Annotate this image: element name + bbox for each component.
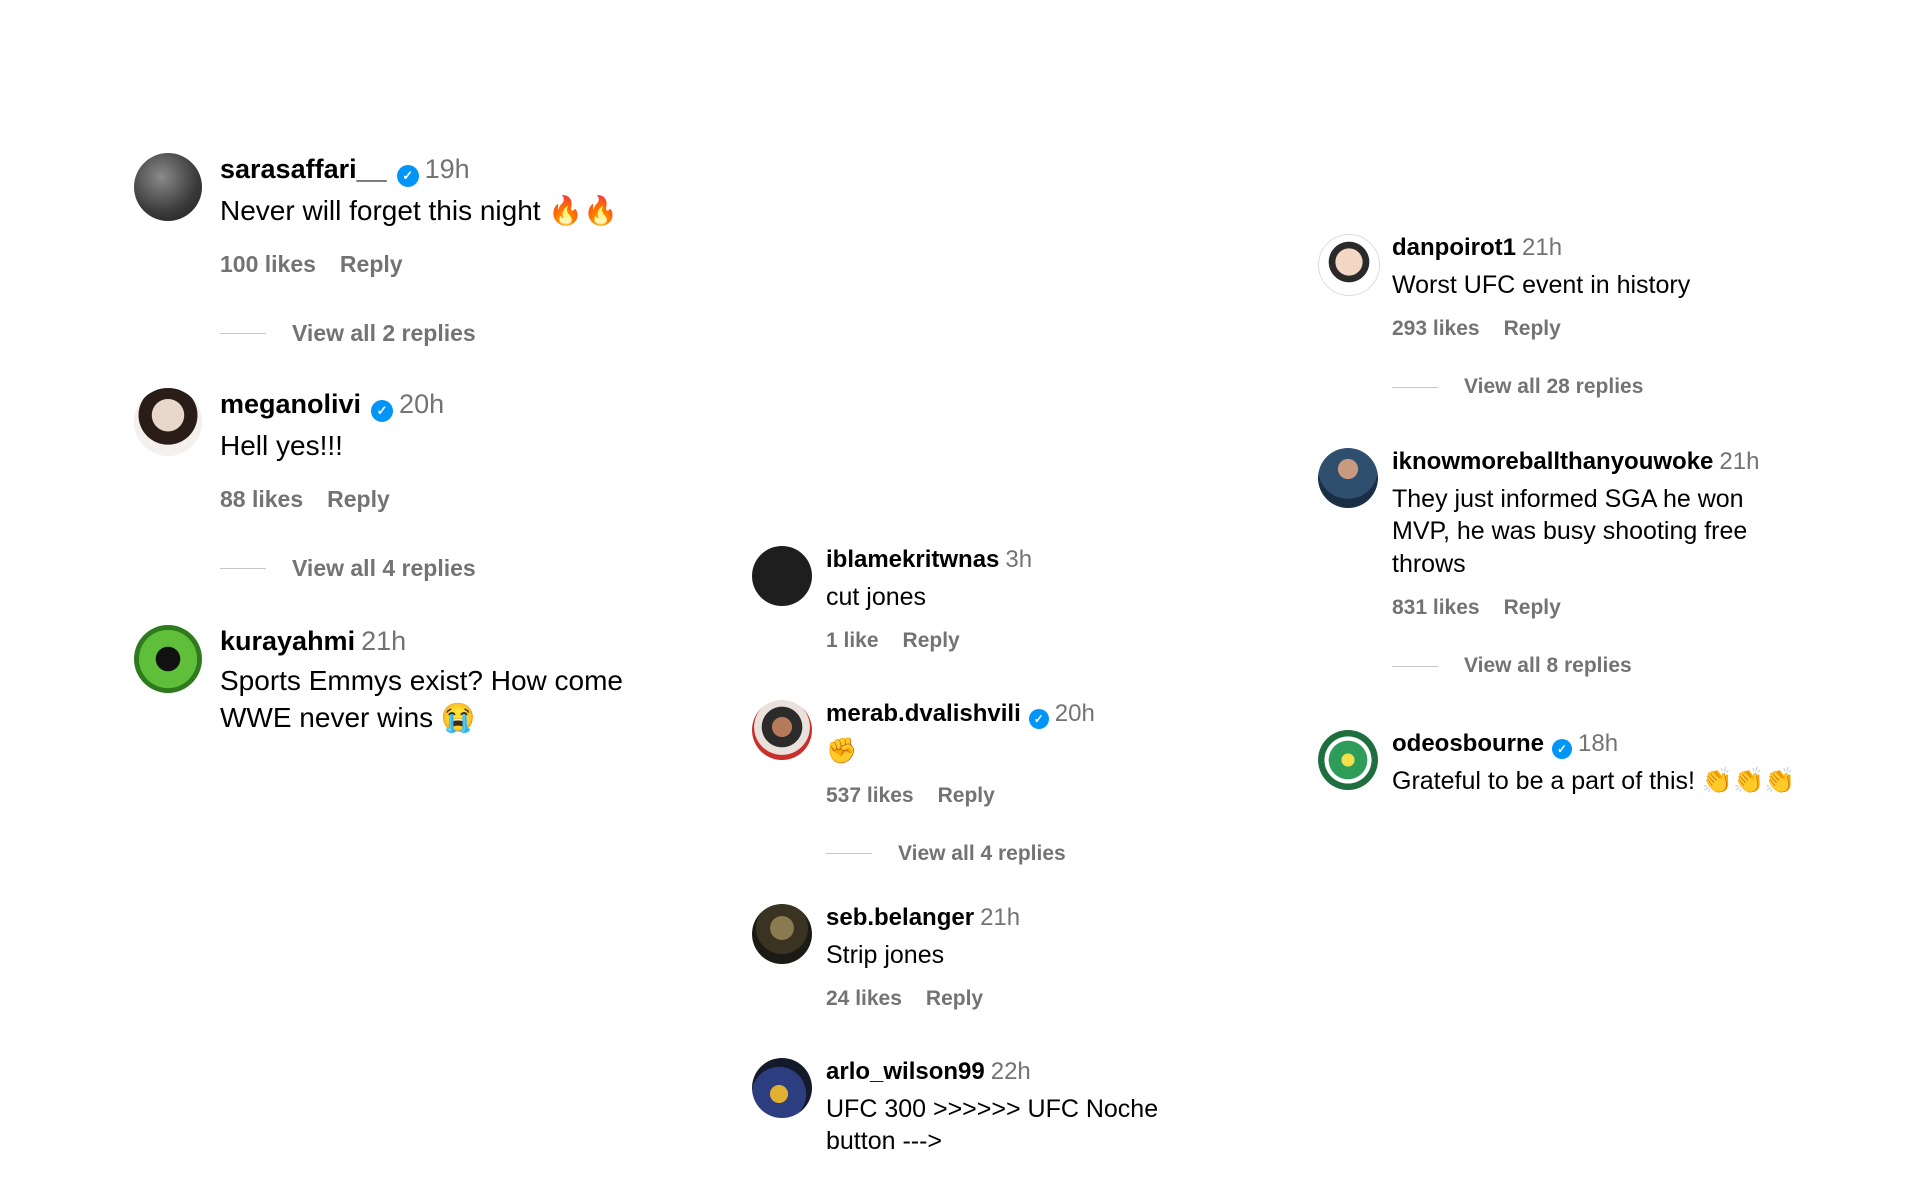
username[interactable]: sarasaffari__ [220,154,387,184]
verified-badge-icon: ✓ [371,400,394,422]
view-replies-button[interactable]: View all 8 replies [1392,654,1792,678]
reply-button[interactable]: Reply [1504,317,1561,340]
view-replies-label: View all 8 replies [1464,654,1632,678]
comment-text: ✊ [826,737,858,765]
timestamp: 21h [1522,234,1563,261]
view-replies-label: View all 4 replies [292,555,476,582]
view-replies-label: View all 4 replies [898,841,1066,865]
verified-badge-icon: ✓ [1552,739,1573,759]
avatar[interactable] [1318,448,1378,508]
comment-text: Hell yes!!! [220,430,343,461]
view-replies-button[interactable]: View all 4 replies [220,555,476,582]
comment-text: Strip jones [826,940,945,969]
comment-text: Grateful to be a part of this! 👏👏👏 [1392,767,1796,795]
username[interactable]: danpoirot1 [1392,234,1516,261]
likes-count[interactable]: 293 likes [1392,317,1480,340]
timestamp: 19h [424,154,470,184]
likes-count[interactable]: 1 like [826,629,879,652]
avatar[interactable] [752,1058,812,1118]
username[interactable]: arlo_wilson99 [826,1058,985,1085]
reply-button[interactable]: Reply [903,629,960,652]
timestamp: 20h [399,389,445,419]
reply-button[interactable]: Reply [938,784,995,807]
replies-divider [826,853,872,854]
view-replies-label: View all 28 replies [1464,375,1644,399]
likes-count[interactable]: 24 likes [826,987,902,1010]
reply-button[interactable]: Reply [926,987,983,1010]
username[interactable]: kurayahmi [220,626,355,656]
comment-text: They just informed SGA he won MVP, he wa… [1392,484,1748,578]
replies-divider [1392,386,1438,388]
timestamp: 21h [361,626,407,656]
view-replies-button[interactable]: View all 2 replies [220,320,618,347]
username[interactable]: merab.dvalishvili [826,700,1021,727]
timestamp: 18h [1578,730,1619,757]
replies-divider [220,568,266,570]
verified-badge-icon: ✓ [396,165,419,187]
replies-divider [1392,665,1438,667]
comment-text: cut jones [826,582,927,611]
comment-text: Sports Emmys exist? How come WWE never w… [220,665,623,733]
likes-count[interactable]: 831 likes [1392,596,1480,619]
username[interactable]: meganolivi [220,389,361,419]
likes-count[interactable]: 100 likes [220,251,316,277]
avatar[interactable] [752,546,812,606]
timestamp: 21h [1719,448,1760,475]
reply-button[interactable]: Reply [327,486,390,512]
avatar[interactable] [752,700,812,760]
avatar[interactable] [1318,234,1380,296]
replies-divider [220,333,266,335]
avatar[interactable] [752,904,812,964]
username[interactable]: odeosbourne [1392,730,1544,757]
timestamp: 22h [990,1058,1031,1085]
avatar[interactable] [134,625,202,693]
timestamp: 3h [1005,546,1033,573]
timestamp: 20h [1054,700,1095,727]
reply-button[interactable]: Reply [340,251,403,277]
avatar[interactable] [1318,730,1378,790]
view-replies-button[interactable]: View all 28 replies [1392,375,1690,399]
view-replies-label: View all 2 replies [292,320,476,347]
verified-badge-icon: ✓ [1028,709,1049,729]
avatar[interactable] [134,388,202,456]
comment-text: Worst UFC event in history [1392,270,1691,299]
comment-text: Never will forget this night 🔥🔥 [220,195,619,226]
likes-count[interactable]: 88 likes [220,486,303,512]
comment-text: UFC 300 >>>>>> UFC Noche button ---> [826,1094,1159,1156]
view-replies-button[interactable]: View all 4 replies [826,842,1095,866]
username[interactable]: seb.belanger [826,904,974,931]
username[interactable]: iblamekritwnas [826,546,999,573]
likes-count[interactable]: 537 likes [826,784,914,807]
username[interactable]: iknowmoreballthanyouwoke [1392,448,1713,475]
avatar[interactable] [134,153,202,221]
timestamp: 21h [980,904,1021,931]
reply-button[interactable]: Reply [1504,596,1561,619]
